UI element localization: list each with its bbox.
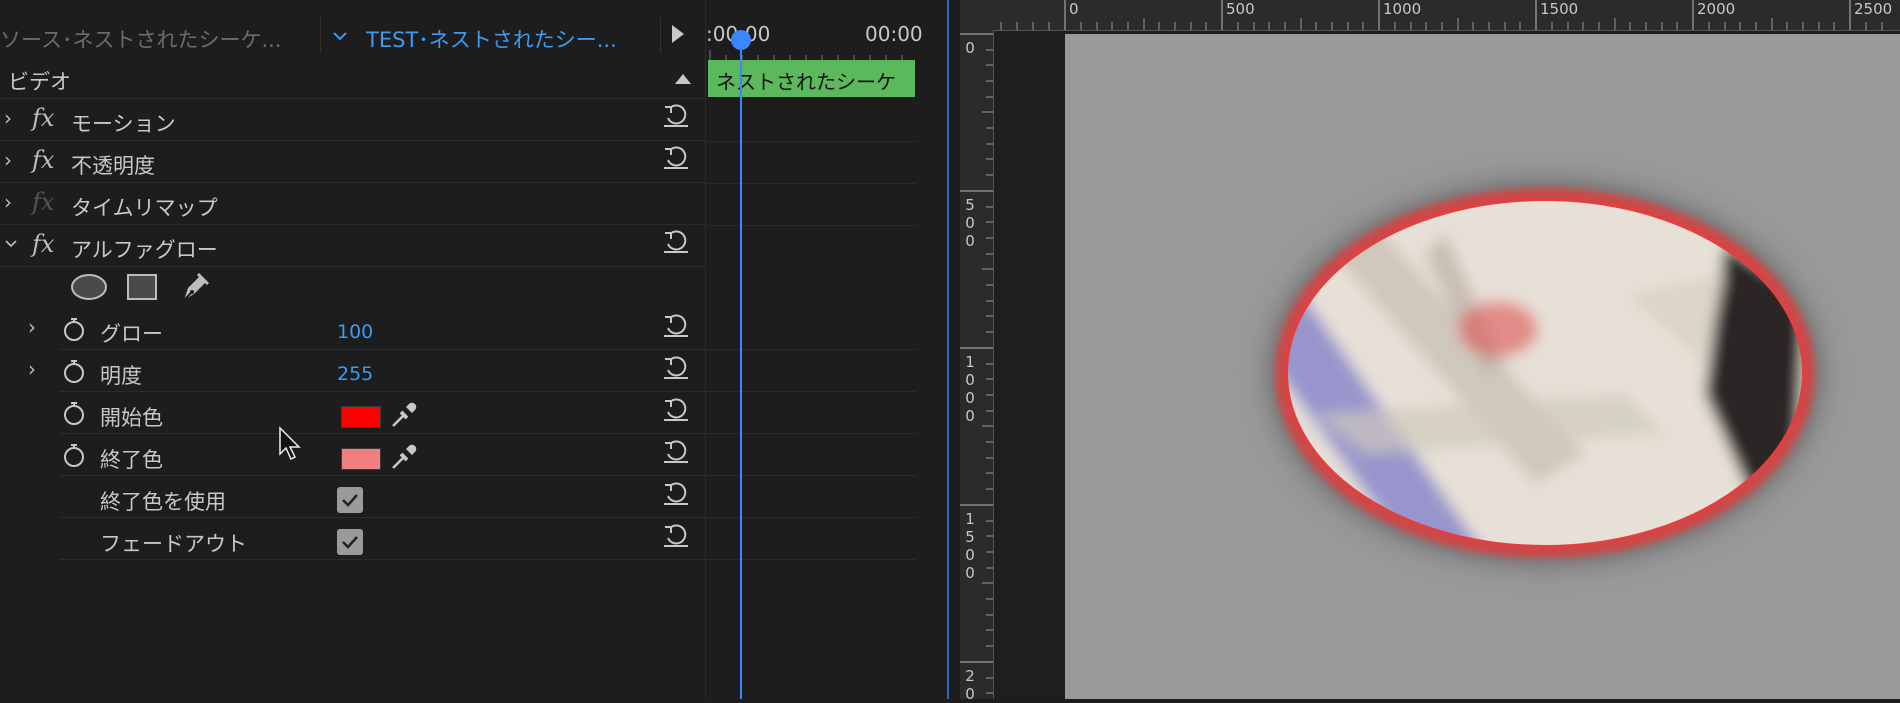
- ruler-label: 1000: [1383, 0, 1422, 18]
- source-tab[interactable]: ソース･ネストされたシーケ...: [0, 24, 281, 54]
- stopwatch-icon[interactable]: [62, 316, 86, 346]
- eyedropper-icon[interactable]: [389, 400, 419, 434]
- ellipse-mask-icon[interactable]: [70, 273, 108, 305]
- sequence-tab[interactable]: TEST･ネストされたシー...: [366, 24, 617, 54]
- fx-toggle-icon[interactable]: fx: [32, 104, 54, 132]
- eyedropper-icon[interactable]: [389, 442, 419, 476]
- param-value-glow[interactable]: 100: [337, 321, 373, 343]
- reset-icon[interactable]: [663, 524, 689, 548]
- stopwatch-icon[interactable]: [62, 358, 86, 388]
- stopwatch-icon[interactable]: [62, 400, 86, 430]
- timecode-end: 00:00: [865, 22, 923, 46]
- end-color-swatch[interactable]: [341, 448, 381, 470]
- horizontal-ruler[interactable]: [993, 0, 1900, 31]
- ruler-corner: [960, 0, 993, 30]
- timeline-row-line: [706, 141, 916, 142]
- ruler-label: 1500: [1540, 0, 1579, 18]
- header-divider: [660, 17, 661, 53]
- chevron-down-icon[interactable]: [4, 236, 18, 255]
- param-label-glow: グロー: [100, 322, 163, 346]
- param-value-brightness[interactable]: 255: [337, 363, 373, 385]
- playhead-handle[interactable]: [731, 30, 751, 50]
- playhead-line[interactable]: [740, 30, 742, 699]
- mouse-cursor-icon: [278, 426, 304, 466]
- header-divider: [320, 17, 321, 53]
- panel-focus-border: [947, 0, 949, 699]
- timeline-row-line: [706, 349, 916, 350]
- timeline-row-line: [706, 517, 916, 518]
- preview-frame: [1270, 183, 1820, 563]
- timeline-row-line: [706, 391, 916, 392]
- chevron-right-icon[interactable]: ›: [28, 315, 36, 339]
- timeline-row-line: [706, 433, 916, 434]
- rectangle-mask-icon[interactable]: [126, 273, 158, 305]
- fx-toggle-icon: fx: [32, 188, 55, 216]
- video-section-label: ビデオ: [8, 70, 71, 94]
- timeline-row-line: [706, 559, 916, 560]
- play-icon[interactable]: [672, 25, 684, 43]
- param-label-start-color: 開始色: [100, 406, 163, 430]
- effect-label-alpha-glow: アルファグロー: [71, 238, 218, 262]
- param-row-brightness: [60, 350, 706, 392]
- chevron-right-icon[interactable]: ›: [4, 106, 12, 130]
- clip-label: ネストされたシーケ: [716, 70, 896, 94]
- ruler-label: 2500: [1854, 0, 1893, 18]
- video-section-header: [0, 60, 706, 99]
- param-label-use-end-color: 終了色を使用: [100, 490, 226, 514]
- video-canvas[interactable]: [1065, 34, 1900, 699]
- fx-toggle-icon[interactable]: fx: [32, 146, 54, 174]
- stopwatch-icon[interactable]: [62, 442, 86, 472]
- effect-label-motion: モーション: [71, 112, 176, 136]
- ruler-label: 2000: [1697, 0, 1736, 18]
- start-color-swatch[interactable]: [341, 406, 381, 428]
- ruler-label: 0: [1069, 0, 1079, 18]
- reset-icon[interactable]: [663, 146, 689, 170]
- reset-icon[interactable]: [663, 230, 689, 254]
- chevron-right-icon[interactable]: ›: [4, 148, 12, 172]
- checkbox-icon: [342, 536, 358, 549]
- ruler-label: 20: [965, 667, 975, 703]
- timeline-row-line: [706, 183, 916, 184]
- timeline-row-line: [706, 225, 916, 226]
- fx-toggle-icon[interactable]: fx: [32, 230, 54, 258]
- fade-out-checkbox[interactable]: [337, 529, 363, 555]
- collapse-triangle-icon[interactable]: [675, 74, 691, 84]
- timeline-row-line: [706, 475, 916, 476]
- effect-label-opacity: 不透明度: [71, 154, 155, 178]
- effect-label-time-remap: タイムリマップ: [71, 196, 218, 220]
- pen-mask-icon[interactable]: [178, 270, 212, 308]
- param-label-brightness: 明度: [100, 364, 142, 388]
- chevron-right-icon[interactable]: ›: [28, 357, 36, 381]
- ruler-label: 500: [965, 196, 975, 250]
- chevron-down-icon[interactable]: [330, 26, 350, 46]
- reset-icon[interactable]: [663, 440, 689, 464]
- use-end-color-checkbox[interactable]: [337, 487, 363, 513]
- reset-icon[interactable]: [663, 356, 689, 380]
- reset-icon[interactable]: [663, 398, 689, 422]
- reset-icon[interactable]: [663, 314, 689, 338]
- checkbox-icon: [342, 494, 358, 507]
- ruler-label: 500: [1226, 0, 1255, 18]
- reset-icon[interactable]: [663, 104, 689, 128]
- ruler-label: 0: [965, 39, 975, 57]
- param-label-end-color: 終了色: [100, 448, 163, 472]
- reset-icon[interactable]: [663, 482, 689, 506]
- chevron-right-icon[interactable]: ›: [4, 190, 12, 214]
- param-label-fade-out: フェードアウト: [100, 532, 247, 556]
- ruler-label: 1500: [965, 510, 975, 582]
- ruler-label: 1000: [965, 353, 975, 425]
